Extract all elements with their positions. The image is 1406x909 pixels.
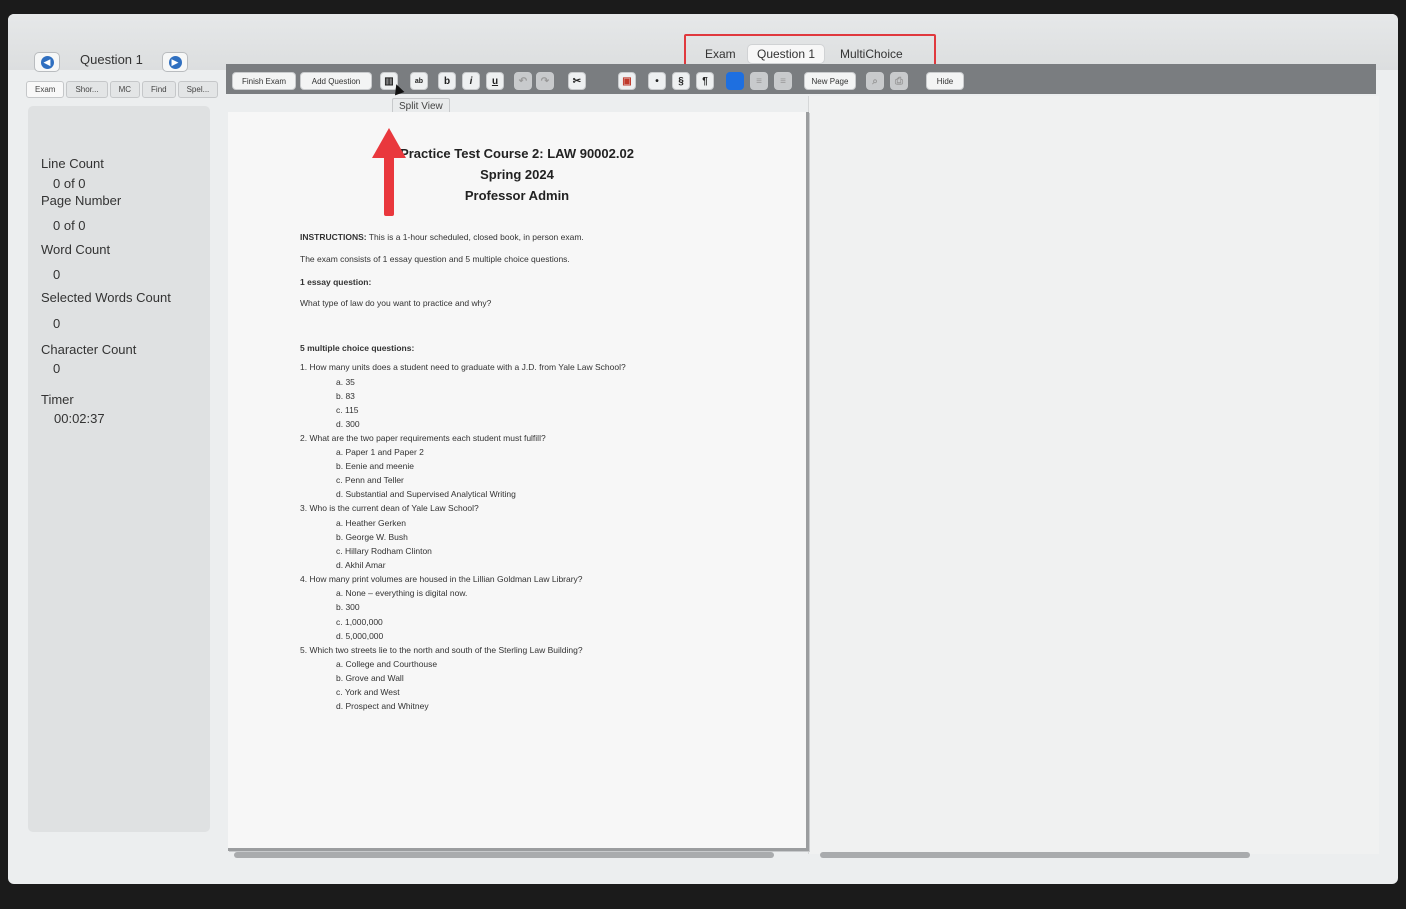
mc-option: a. None – everything is digital now. bbox=[336, 588, 468, 598]
mc-option: d. Akhil Amar bbox=[336, 560, 386, 570]
bold-button[interactable]: b bbox=[438, 72, 456, 90]
mode-tab-question[interactable]: Question 1 bbox=[748, 45, 825, 63]
page-number-value: 0 of 0 bbox=[53, 218, 86, 233]
mc-option: c. 115 bbox=[336, 405, 359, 415]
spellcheck-icon: ab bbox=[414, 77, 424, 85]
essay-header: 1 essay question: bbox=[300, 277, 372, 287]
forward-arrow-icon: ▶ bbox=[168, 55, 182, 69]
line-count-value: 0 of 0 bbox=[53, 176, 86, 191]
line-count-label: Line Count bbox=[41, 156, 104, 171]
new-page-button[interactable]: New Page bbox=[804, 72, 856, 90]
next-question-button[interactable]: ▶ bbox=[162, 52, 188, 72]
redo-icon: ↷ bbox=[540, 75, 550, 87]
mc-option: a. Heather Gerken bbox=[336, 518, 406, 528]
spellcheck-button[interactable]: ab bbox=[410, 72, 428, 90]
page-number-label: Page Number bbox=[41, 193, 122, 208]
mc-question-4: 4. How many print volumes are housed in … bbox=[300, 574, 583, 584]
mc-option: b. 300 bbox=[336, 602, 360, 612]
mode-tab-exam[interactable]: Exam bbox=[696, 45, 745, 63]
align-right-button[interactable]: ≡ bbox=[774, 72, 792, 90]
color-button[interactable] bbox=[726, 72, 744, 90]
document-page[interactable]: Practice Test Course 2: LAW 90002.02 Spr… bbox=[228, 112, 809, 851]
mc-question-1: 1. How many units does a student need to… bbox=[300, 362, 626, 372]
instructions-line: INSTRUCTIONS: This is a 1-hour scheduled… bbox=[300, 232, 584, 242]
undo-button[interactable]: ↶ bbox=[514, 72, 532, 90]
mc-question-3: 3. Who is the current dean of Yale Law S… bbox=[300, 503, 479, 513]
tab-short[interactable]: Shor... bbox=[66, 81, 108, 98]
exam-consists-line: The exam consists of 1 essay question an… bbox=[300, 254, 570, 264]
mc-option: b. 83 bbox=[336, 391, 355, 401]
tab-exam[interactable]: Exam bbox=[26, 81, 65, 98]
tab-mc[interactable]: MC bbox=[109, 81, 141, 98]
mc-option: a. Paper 1 and Paper 2 bbox=[336, 447, 424, 457]
mode-tab-multichoice[interactable]: MultiChoice bbox=[831, 45, 912, 63]
timer-label: Timer bbox=[41, 392, 74, 407]
selected-words-value: 0 bbox=[53, 316, 61, 331]
document-horizontal-scrollbar[interactable] bbox=[234, 852, 774, 858]
question-title: Question 1 bbox=[80, 52, 143, 67]
red-arrow-shaft bbox=[384, 154, 394, 216]
add-question-button[interactable]: Add Question bbox=[300, 72, 372, 90]
character-count-label: Character Count bbox=[41, 342, 137, 357]
scissors-icon: ✂ bbox=[572, 75, 582, 87]
tab-spell[interactable]: Spel... bbox=[177, 81, 219, 98]
zoom-icon: ⌕ bbox=[872, 75, 878, 87]
stats-sidebar bbox=[28, 106, 210, 832]
timer-value: 00:02:37 bbox=[54, 411, 105, 426]
mc-option: d. 300 bbox=[336, 419, 360, 429]
mc-option: a. College and Courthouse bbox=[336, 659, 438, 669]
align-left-button[interactable]: ≡ bbox=[750, 72, 768, 90]
mc-question-5: 5. Which two streets lie to the north an… bbox=[300, 645, 583, 655]
mc-option: b. Grove and Wall bbox=[336, 673, 404, 683]
mc-option: d. Substantial and Supervised Analytical… bbox=[336, 489, 516, 499]
hide-button[interactable]: Hide bbox=[926, 72, 964, 90]
paste-button[interactable]: ▣ bbox=[618, 72, 636, 90]
back-arrow-icon: ◀ bbox=[40, 55, 54, 69]
split-view-pane[interactable] bbox=[808, 96, 1379, 854]
mc-option: b. George W. Bush bbox=[336, 532, 408, 542]
clipboard-icon: ▣ bbox=[622, 75, 632, 87]
align-icon: ≡ bbox=[756, 75, 762, 87]
align-icon: ≡ bbox=[780, 75, 786, 87]
essay-question: What type of law do you want to practice… bbox=[300, 298, 492, 308]
doc-title-line3: Professor Admin bbox=[464, 188, 570, 203]
mc-option: b. Eenie and meenie bbox=[336, 461, 414, 471]
bullet-icon: • bbox=[655, 75, 659, 87]
print-button[interactable]: ⎙ bbox=[890, 72, 908, 90]
bullet-button[interactable]: • bbox=[648, 72, 666, 90]
mc-option: a. 35 bbox=[336, 377, 355, 387]
paragraph-button[interactable]: ¶ bbox=[696, 72, 714, 90]
tab-find[interactable]: Find bbox=[142, 81, 176, 98]
mc-option: c. 1,000,000 bbox=[336, 617, 383, 627]
selected-words-label: Selected Words Count bbox=[41, 290, 171, 305]
doc-title-line1: Practice Test Course 2: LAW 90002.02 bbox=[400, 146, 634, 161]
print-icon: ⎙ bbox=[895, 75, 903, 87]
finish-exam-button[interactable]: Finish Exam bbox=[232, 72, 296, 90]
doc-title-line2: Spring 2024 bbox=[480, 167, 554, 182]
undo-icon: ↶ bbox=[518, 75, 528, 87]
mc-question-2: 2. What are the two paper requirements e… bbox=[300, 433, 546, 443]
cut-button[interactable]: ✂ bbox=[568, 72, 586, 90]
mc-option: d. 5,000,000 bbox=[336, 631, 384, 641]
zoom-button[interactable]: ⌕ bbox=[866, 72, 884, 90]
redo-button[interactable]: ↷ bbox=[536, 72, 554, 90]
left-panel-tabs: Exam Shor... MC Find Spel... bbox=[26, 81, 219, 98]
app-window: ◀ Question 1 ▶ Exam Shor... MC Find Spel… bbox=[8, 14, 1398, 884]
mc-option: c. York and West bbox=[336, 687, 400, 697]
character-count-value: 0 bbox=[53, 361, 61, 376]
mc-header: 5 multiple choice questions: bbox=[300, 343, 415, 353]
italic-button[interactable]: i bbox=[462, 72, 480, 90]
word-count-label: Word Count bbox=[41, 242, 111, 257]
previous-question-button[interactable]: ◀ bbox=[34, 52, 60, 72]
mc-option: d. Prospect and Whitney bbox=[336, 701, 429, 711]
underline-button[interactable]: u bbox=[486, 72, 504, 90]
split-pane-horizontal-scrollbar[interactable] bbox=[820, 852, 1250, 858]
word-count-value: 0 bbox=[53, 267, 61, 282]
section-button[interactable]: § bbox=[672, 72, 690, 90]
mc-option: c. Penn and Teller bbox=[336, 475, 404, 485]
mc-option: c. Hillary Rodham Clinton bbox=[336, 546, 432, 556]
